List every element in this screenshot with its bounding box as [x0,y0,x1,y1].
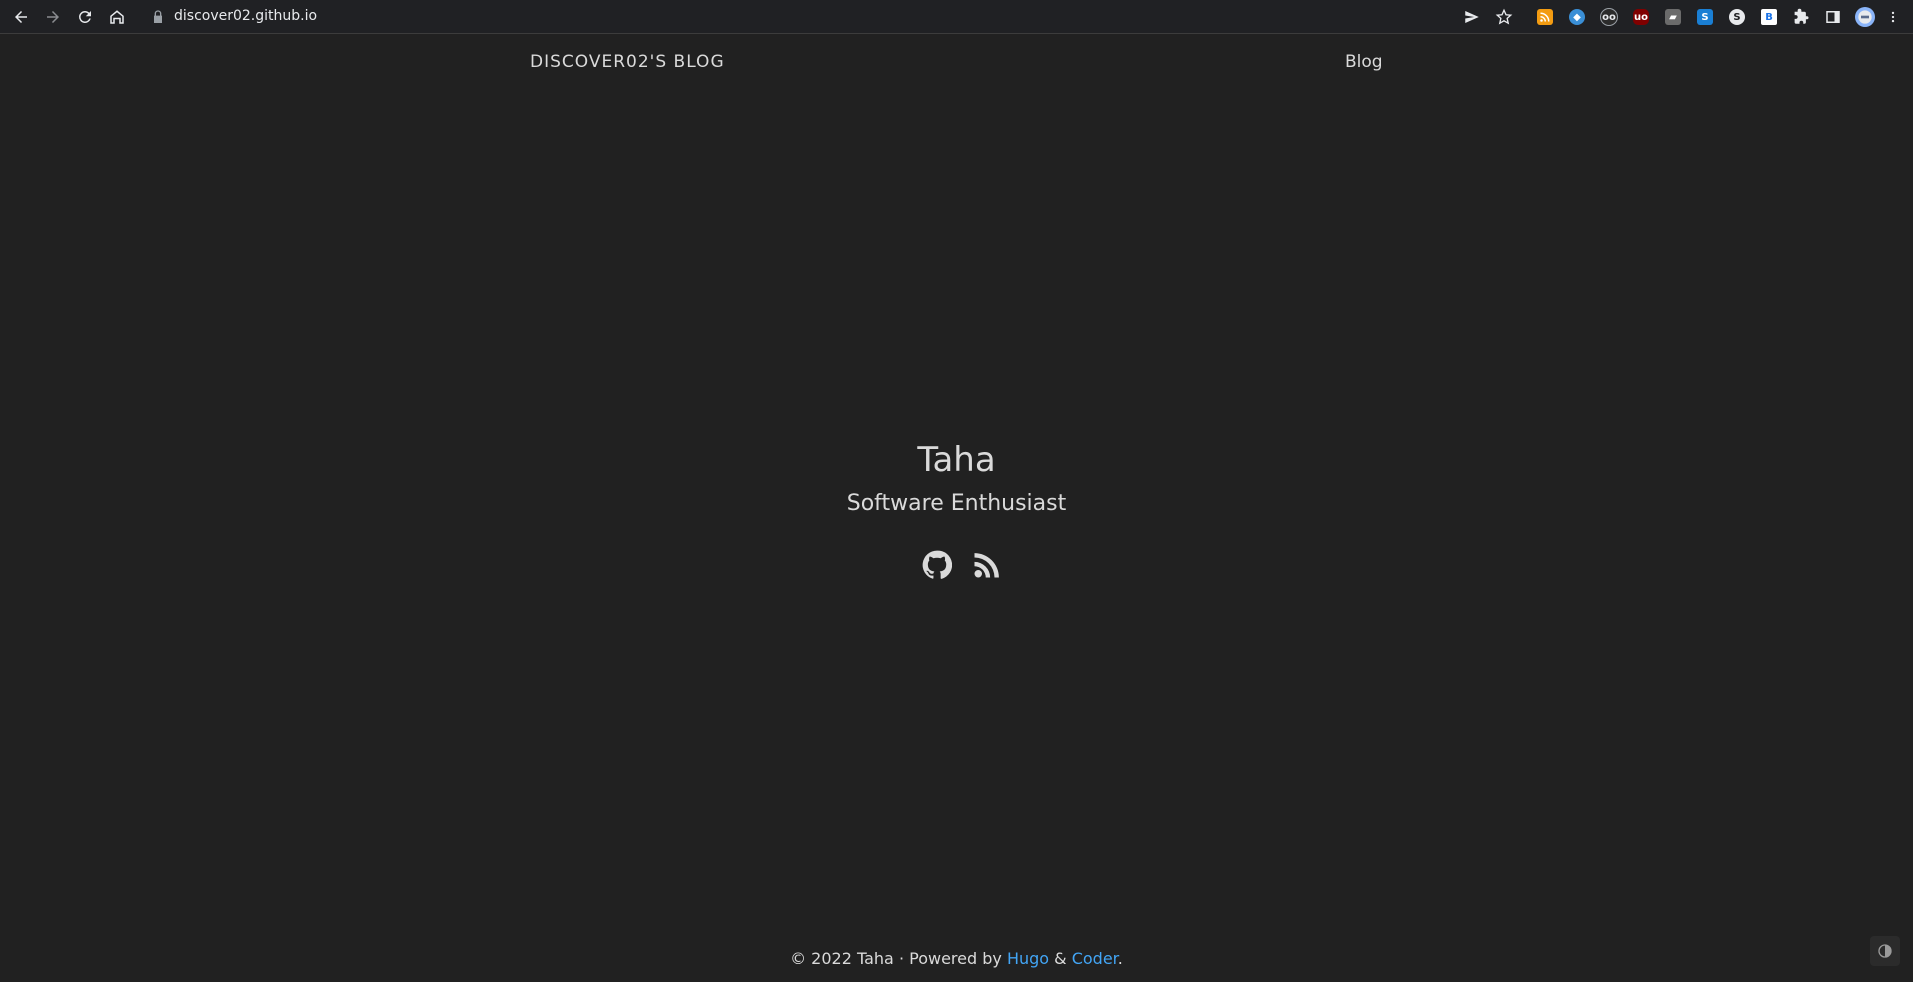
extension-tank[interactable]: ▰ [1663,7,1683,27]
footer-period: . [1117,949,1123,968]
reload-button[interactable] [72,4,98,30]
extension-rss[interactable] [1535,7,1555,27]
address-bar[interactable]: discover02.github.io [174,6,317,26]
extension-s[interactable]: S [1695,7,1715,27]
footer-ampersand: & [1049,949,1072,968]
coder-link[interactable]: Coder [1072,949,1118,968]
rss-icon [974,553,999,578]
extension-glasses[interactable]: oo [1599,7,1619,27]
home-button[interactable] [104,4,130,30]
rss-extension-icon [1537,9,1553,25]
home-icon [110,10,124,24]
profile-name: Taha [917,440,996,480]
s-circle-extension-icon: S [1729,9,1745,25]
bookmark-button[interactable] [1494,7,1514,27]
extension-ublock[interactable]: uo [1631,7,1651,27]
compass-extension-icon: ◆ [1569,9,1585,25]
menu-button[interactable] [1886,7,1900,27]
github-icon [922,550,953,579]
profile-avatar[interactable] [1855,7,1875,27]
arrow-right-icon [47,11,59,23]
star-icon [1495,8,1513,25]
reload-icon [79,10,91,23]
extension-compass[interactable]: ◆ [1567,7,1587,27]
github-link[interactable] [922,550,953,580]
lock-icon [154,10,162,23]
social-links [922,548,1002,582]
send-icon [1465,11,1479,23]
theme-toggle-button[interactable] [1870,936,1900,966]
extension-b[interactable]: B [1759,7,1779,27]
ublock-extension-icon: uo [1633,9,1649,25]
hugo-link[interactable]: Hugo [1007,949,1049,968]
forward-button[interactable] [40,4,66,30]
extensions-button[interactable] [1791,7,1811,27]
extension-s-circle[interactable]: S [1727,7,1747,27]
back-button[interactable] [8,4,34,30]
side-panel-button[interactable] [1823,7,1843,27]
glasses-extension-icon: oo [1600,8,1618,26]
footer: © 2022 Taha · Powered by Hugo & Coder. [0,948,1913,970]
b-extension-icon: B [1761,9,1777,25]
send-button[interactable] [1462,7,1482,27]
browser-toolbar: discover02.github.io ◆ oo uo ▰ S S B [0,0,1913,34]
rss-link[interactable] [972,550,1002,580]
kebab-menu-icon [1891,11,1895,23]
puzzle-icon [1794,8,1809,24]
arrow-left-icon [15,11,27,23]
tank-extension-icon: ▰ [1665,9,1681,25]
contrast-icon [1878,944,1892,958]
s-extension-icon: S [1697,9,1713,25]
footer-copyright: © 2022 Taha · Powered by [790,949,1007,968]
nav-link-blog[interactable]: Blog [1345,50,1383,74]
site-title-link[interactable]: DISCOVER02'S BLOG [530,50,725,74]
side-panel-icon [1826,11,1840,23]
profile-tagline: Software Enthusiast [846,491,1067,516]
avatar [1855,7,1875,27]
